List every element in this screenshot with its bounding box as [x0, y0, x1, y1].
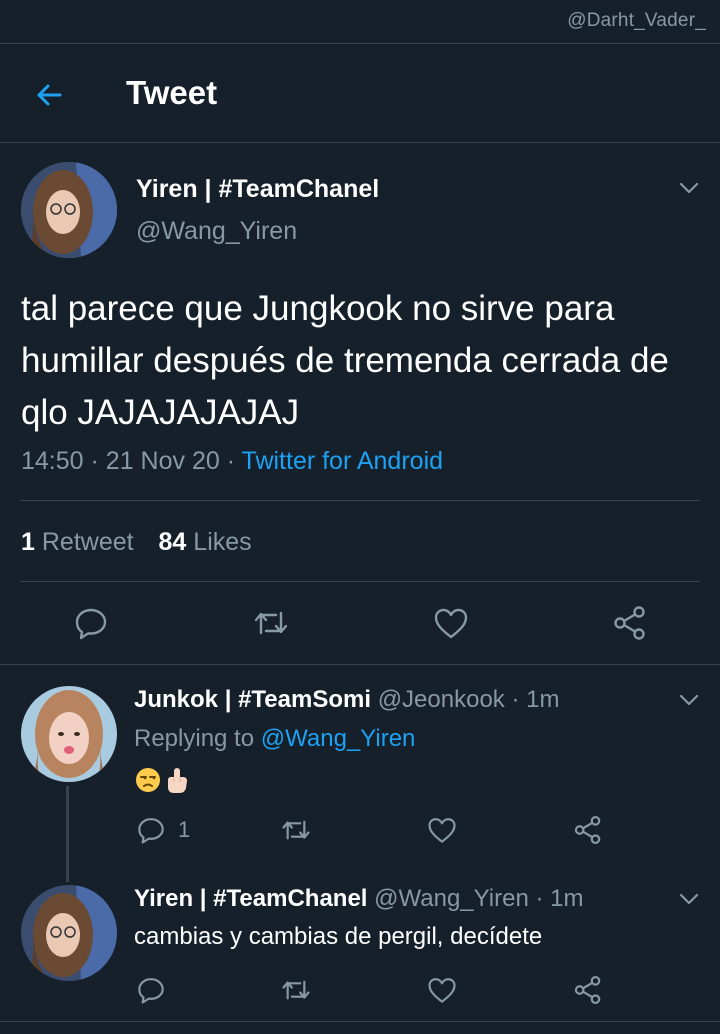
- meta-separator: ·: [535, 885, 544, 912]
- share-button[interactable]: [572, 975, 604, 1005]
- top-divider: [0, 43, 720, 44]
- reply-icon: [138, 978, 164, 1004]
- chevron-down-icon[interactable]: [677, 688, 701, 712]
- share-icon: [574, 816, 601, 844]
- stats-divider: [20, 581, 700, 582]
- avatar[interactable]: [21, 885, 117, 981]
- reply-author-name[interactable]: Yiren | #TeamChanel: [134, 885, 367, 912]
- meta-divider: [20, 500, 700, 501]
- reply-header: Yiren | #TeamChanel @Wang_Yiren · 1m: [134, 885, 583, 913]
- watermark: @Darht_Vader_: [567, 10, 706, 31]
- reply-author-handle[interactable]: @Wang_Yiren: [374, 885, 529, 912]
- reply-icon: [138, 818, 164, 844]
- retweet-button[interactable]: [280, 975, 312, 1005]
- avatar[interactable]: [21, 162, 117, 258]
- likes-count: 84: [158, 528, 187, 556]
- like-icon: [428, 818, 456, 843]
- chevron-down-icon[interactable]: [677, 176, 701, 200]
- like-button[interactable]: [432, 605, 470, 641]
- reply-header: Junkok | #TeamSomi @Jeonkook · 1m: [134, 686, 559, 714]
- tweet-date: 21 Nov 20: [105, 447, 220, 475]
- tweet-divider: [0, 664, 720, 665]
- reply-button[interactable]: [136, 975, 166, 1005]
- author-name[interactable]: Yiren | #TeamChanel: [136, 175, 379, 204]
- retweets-label: Retweet: [41, 528, 134, 556]
- share-button[interactable]: [611, 605, 649, 641]
- tweet-time: 14:50: [21, 447, 84, 475]
- share-icon: [574, 976, 601, 1004]
- page-title: Tweet: [126, 74, 218, 111]
- retweet-icon: [282, 820, 310, 840]
- replying-to: Replying to @Wang_Yiren: [134, 725, 415, 753]
- avatar[interactable]: [21, 686, 117, 782]
- tweet-text: tal parece que Jungkook no sirve para hu…: [21, 289, 669, 432]
- reply-button[interactable]: [73, 605, 109, 641]
- retweets-count: 1: [21, 528, 35, 556]
- meta-separator: ·: [90, 447, 99, 475]
- like-button[interactable]: [426, 975, 458, 1005]
- header-divider: [0, 142, 720, 143]
- tweet-meta: 14:50 · 21 Nov 20 · Twitter for Android: [21, 447, 443, 476]
- likes-label: Likes: [193, 528, 252, 556]
- replying-to-link[interactable]: @Wang_Yiren: [261, 725, 416, 752]
- like-icon: [434, 608, 468, 639]
- meta-separator: ·: [226, 447, 236, 475]
- reply-button[interactable]: 1: [136, 815, 190, 845]
- replying-label: Replying to: [134, 725, 255, 752]
- reply-time: 1m: [550, 885, 584, 912]
- middle-finger-icon: [168, 768, 187, 793]
- like-button[interactable]: [426, 815, 458, 845]
- reply-count: 1: [178, 817, 191, 842]
- share-icon: [614, 606, 645, 640]
- meta-separator: ·: [511, 686, 520, 713]
- reply-text: cambias y cambias de pergil, decídete: [134, 923, 543, 950]
- back-button[interactable]: [30, 76, 68, 114]
- share-button[interactable]: [572, 815, 604, 845]
- reply-icon: [75, 608, 107, 640]
- unamused-face-icon: [136, 768, 160, 792]
- retweet-button[interactable]: [280, 815, 312, 845]
- retweet-icon: [282, 980, 310, 1000]
- tweet-client-link[interactable]: Twitter for Android: [242, 447, 443, 475]
- back-arrow-icon: [37, 84, 62, 106]
- reply-time: 1m: [526, 686, 560, 713]
- likes-stat[interactable]: 84 Likes: [159, 528, 252, 556]
- retweet-icon: [254, 611, 288, 635]
- bottom-divider: [0, 1021, 720, 1022]
- like-icon: [428, 978, 456, 1003]
- retweets-stat[interactable]: 1 Retweet: [21, 528, 141, 556]
- retweet-button[interactable]: [252, 605, 290, 641]
- reply-author-name[interactable]: Junkok | #TeamSomi: [134, 686, 371, 713]
- author-handle[interactable]: @Wang_Yiren: [136, 217, 297, 246]
- tweet-stats: 1 Retweet 84 Likes: [21, 528, 252, 557]
- reply-author-handle[interactable]: @Jeonkook: [378, 686, 505, 713]
- reply-emoji: [134, 766, 190, 794]
- thread-line: [66, 786, 69, 882]
- chevron-down-icon[interactable]: [677, 887, 701, 911]
